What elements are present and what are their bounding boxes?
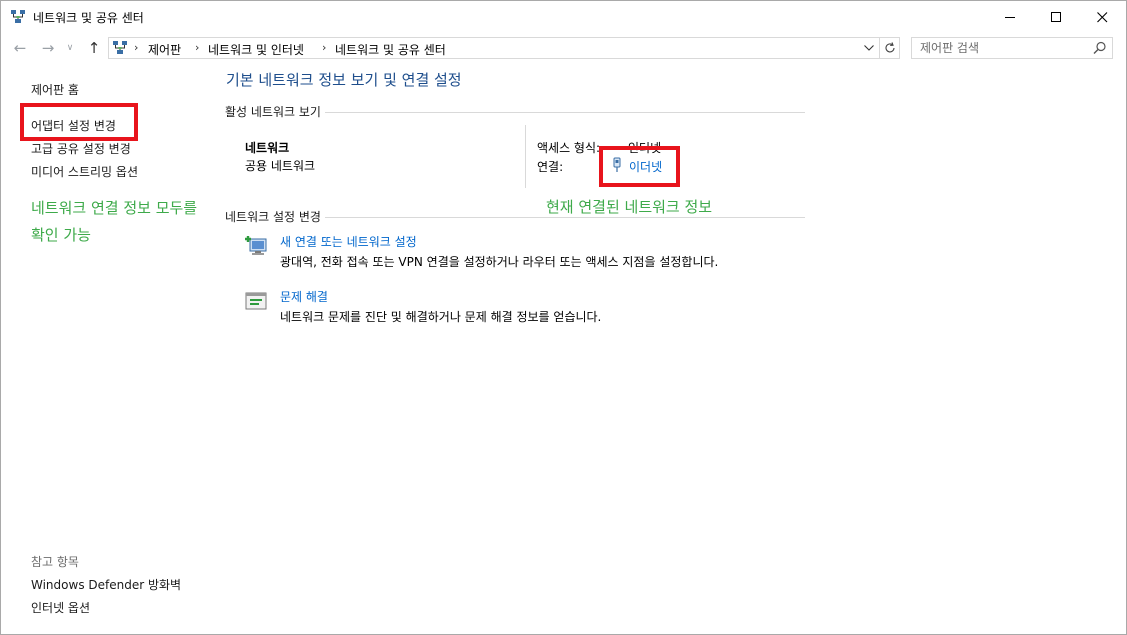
breadcrumb-control-panel[interactable]: 제어판 — [148, 41, 181, 58]
new-connection-description: 광대역, 전화 접속 또는 VPN 연결을 설정하거나 라우터 또는 액세스 지… — [280, 255, 719, 269]
access-type-label: 액세스 형식: — [537, 141, 601, 155]
refresh-button[interactable] — [882, 39, 898, 57]
breadcrumb-network-sharing-center[interactable]: 네트워크 및 공유 센터 — [335, 41, 446, 58]
network-type: 공용 네트워크 — [245, 159, 316, 173]
forward-button[interactable]: → — [39, 39, 57, 57]
address-divider — [879, 38, 880, 58]
breadcrumb-separator-icon[interactable]: › — [195, 41, 199, 54]
see-also-firewall-link[interactable]: Windows Defender 방화벽 — [31, 576, 181, 593]
see-also-internet-options-link[interactable]: 인터넷 옵션 — [31, 599, 90, 616]
page-title: 기본 네트워크 정보 보기 및 연결 설정 — [226, 71, 462, 89]
annotation-right: 현재 연결된 네트워크 정보 — [546, 198, 713, 216]
annotation-left-line1: 네트워크 연결 정보 모두를 — [31, 199, 198, 217]
troubleshoot-icon — [245, 292, 267, 310]
breadcrumb-separator-icon[interactable]: › — [322, 41, 326, 54]
sidebar-item-control-panel-home[interactable]: 제어판 홈 — [31, 81, 79, 98]
close-button[interactable] — [1079, 1, 1125, 33]
highlight-box-adapter-settings — [20, 103, 138, 141]
maximize-icon — [1050, 11, 1061, 22]
arrow-right-icon: → — [41, 39, 55, 57]
title-bar: 네트워크 및 공유 센터 — [1, 1, 1126, 33]
active-networks-section-title: 활성 네트워크 보기 — [225, 103, 325, 120]
search-input[interactable] — [920, 40, 1090, 56]
troubleshoot-description: 네트워크 문제를 진단 및 해결하거나 문제 해결 정보를 얻습니다. — [280, 310, 602, 324]
change-settings-section-title: 네트워크 설정 변경 — [225, 208, 325, 225]
arrow-up-icon: ↑ — [87, 39, 101, 57]
maximize-button[interactable] — [1033, 1, 1079, 33]
see-also-header: 참고 항목 — [31, 555, 79, 569]
breadcrumb-network-internet[interactable]: 네트워크 및 인터넷 — [208, 41, 304, 58]
network-center-icon — [11, 10, 25, 23]
recent-locations-button[interactable]: ∨ — [63, 39, 77, 57]
refresh-icon — [885, 42, 895, 53]
up-button[interactable]: ↑ — [85, 39, 103, 57]
chevron-down-icon — [864, 45, 874, 51]
search-box[interactable] — [911, 37, 1113, 59]
sidebar-item-media-streaming[interactable]: 미디어 스트리밍 옵션 — [31, 163, 138, 180]
connection-label: 연결: — [537, 160, 564, 174]
network-sharing-center-window: 네트워크 및 공유 센터 ← → ∨ ↑ › 제어판 › 네트워크 및 인터넷 … — [0, 0, 1127, 635]
back-button[interactable]: ← — [11, 39, 29, 57]
close-icon — [1096, 11, 1107, 22]
network-center-icon — [113, 41, 127, 54]
address-bar[interactable]: › 제어판 › 네트워크 및 인터넷 › 네트워크 및 공유 센터 — [108, 37, 900, 59]
troubleshoot-link[interactable]: 문제 해결 — [280, 288, 328, 305]
minimize-icon — [1004, 16, 1015, 18]
highlight-box-ethernet — [599, 146, 680, 187]
annotation-left-line2: 확인 가능 — [31, 226, 91, 244]
network-info-divider — [525, 125, 526, 188]
new-connection-icon — [245, 236, 267, 255]
minimize-button[interactable] — [987, 1, 1033, 33]
arrow-left-icon: ← — [13, 39, 27, 57]
network-name: 네트워크 — [245, 141, 290, 155]
chevron-down-icon: ∨ — [66, 43, 74, 53]
new-connection-link[interactable]: 새 연결 또는 네트워크 설정 — [280, 233, 417, 250]
sidebar-item-advanced-sharing[interactable]: 고급 공유 설정 변경 — [31, 140, 131, 157]
breadcrumb-separator-icon[interactable]: › — [134, 41, 138, 54]
address-dropdown-button[interactable] — [862, 41, 876, 55]
window-title: 네트워크 및 공유 센터 — [33, 11, 144, 25]
search-icon[interactable] — [1093, 41, 1107, 55]
